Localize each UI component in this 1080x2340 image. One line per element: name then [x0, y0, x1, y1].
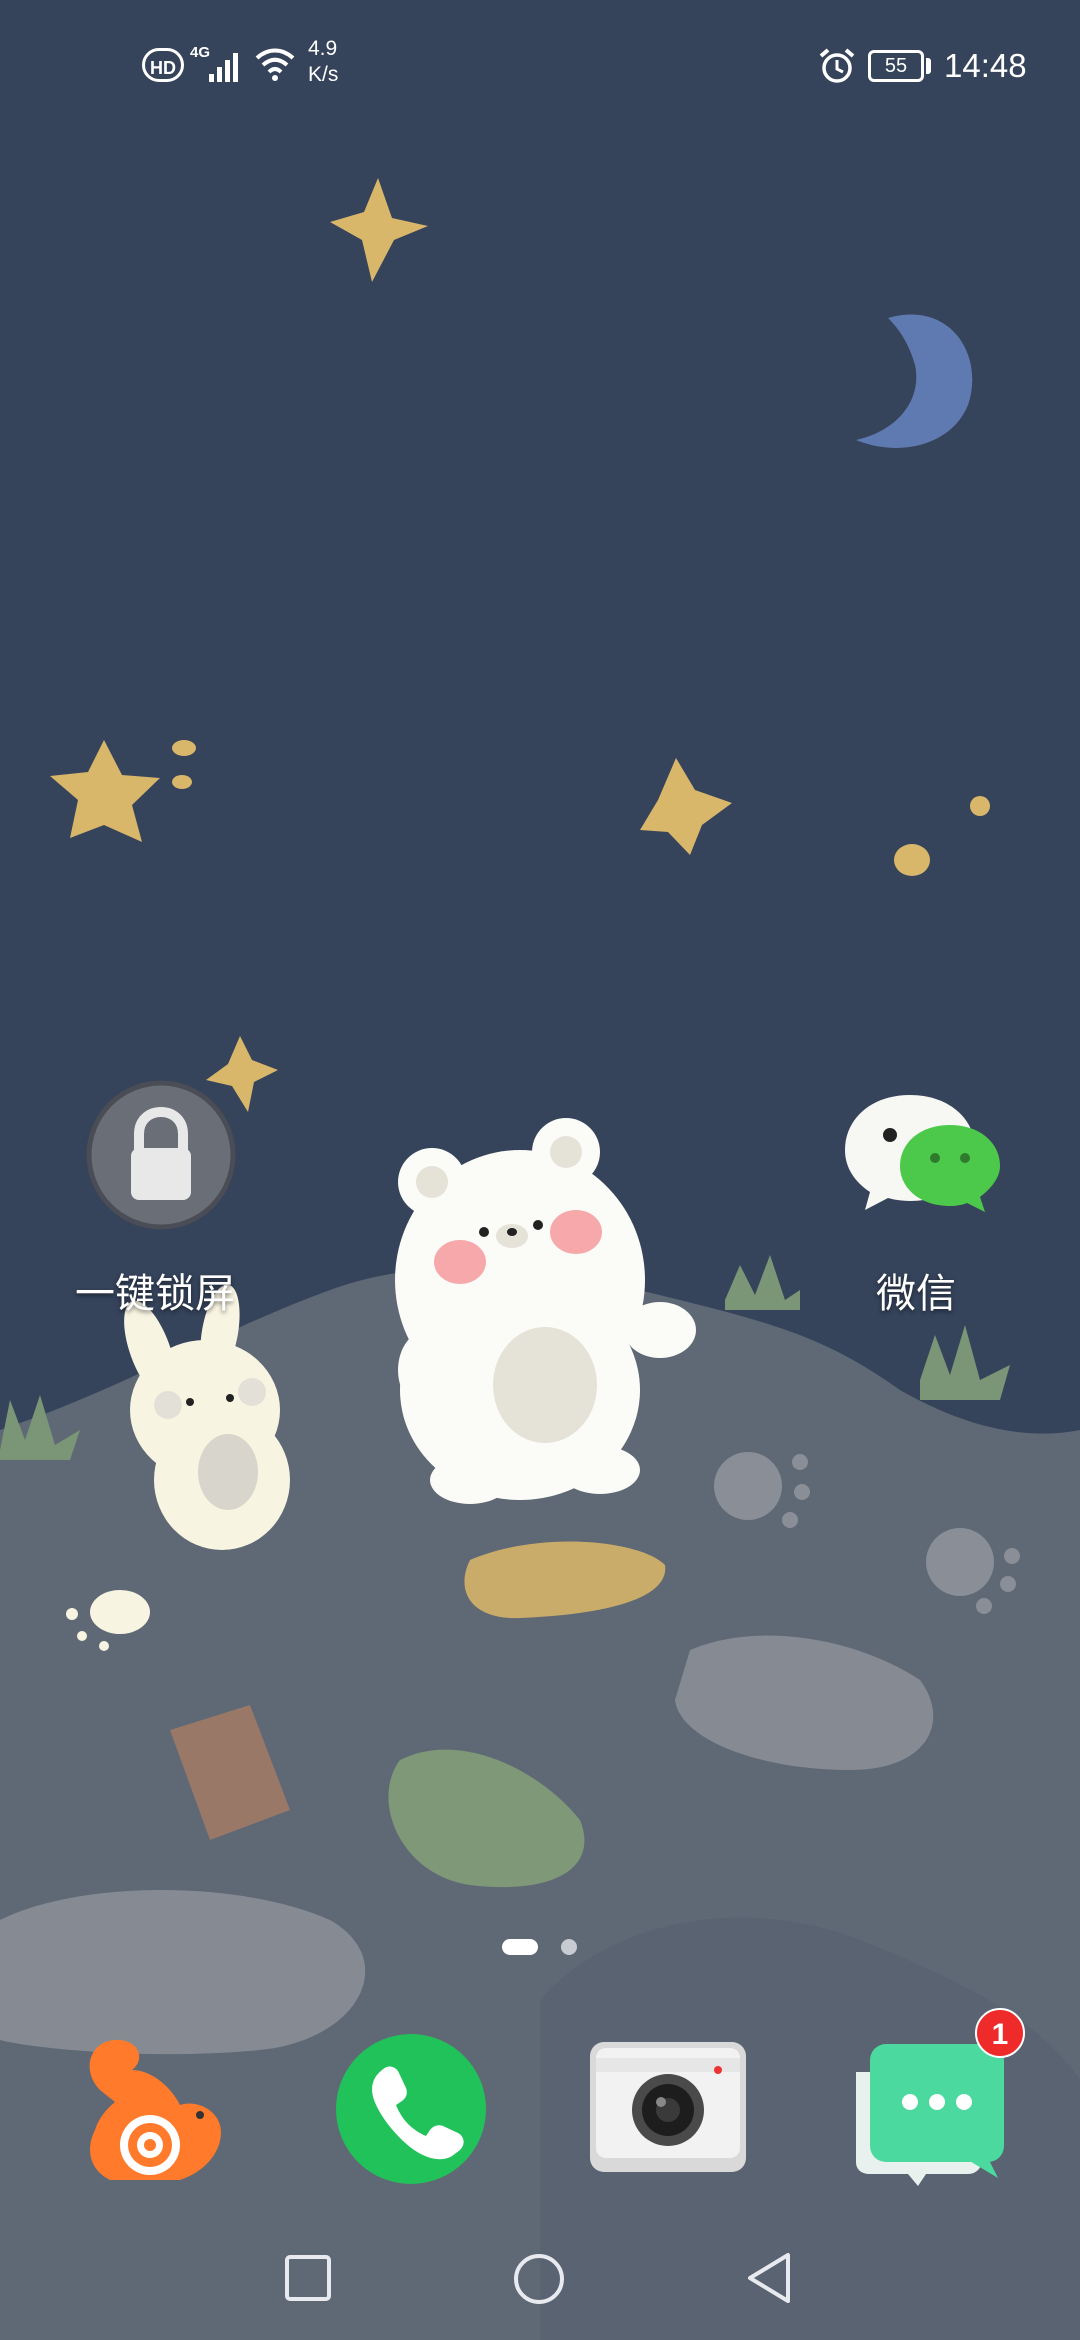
dock-camera[interactable]	[588, 2040, 748, 2178]
dock-messages[interactable]	[848, 2040, 1008, 2190]
wechat-app[interactable]: 微信	[830, 1075, 1005, 1325]
wechat-label: 微信	[876, 1272, 956, 1316]
network-type-label: 4G	[190, 44, 211, 61]
status-bar: HD 4G 4.9 K/s 55 14:48	[0, 0, 1080, 120]
uc-squirrel-icon	[89, 2039, 221, 2180]
network-speed: 4.9 K/s	[308, 36, 338, 88]
dock-uc-browser[interactable]	[70, 2030, 230, 2190]
wifi-icon	[255, 48, 295, 81]
battery-indicator: 55	[868, 50, 924, 82]
status-time: 14:48	[944, 47, 1027, 84]
camera-icon	[590, 2042, 746, 2172]
lock-screen-app[interactable]: 一键锁屏	[60, 1075, 265, 1325]
lock-screen-label: 一键锁屏	[75, 1272, 235, 1316]
recents-button[interactable]	[284, 2254, 332, 2302]
page-indicator-dot	[561, 1939, 577, 1955]
message-bubble-icon	[856, 2044, 1004, 2186]
phone-icon	[336, 2034, 486, 2184]
messages-unread-badge: 1	[975, 2008, 1025, 2058]
network-speed-value: 4.9	[308, 37, 338, 60]
navigation-bar	[0, 2230, 1080, 2340]
page-indicator-active	[502, 1939, 538, 1955]
battery-cap	[926, 58, 931, 74]
cellular-signal-icon	[209, 53, 238, 82]
network-speed-unit: K/s	[308, 63, 339, 86]
home-button[interactable]	[512, 2252, 566, 2306]
back-button[interactable]	[744, 2250, 794, 2306]
lock-icon	[86, 1080, 236, 1230]
dock-phone[interactable]	[332, 2030, 490, 2188]
hd-voice-badge: HD	[142, 48, 184, 82]
alarm-clock-icon	[819, 48, 855, 83]
wechat-icon	[845, 1095, 1000, 1212]
